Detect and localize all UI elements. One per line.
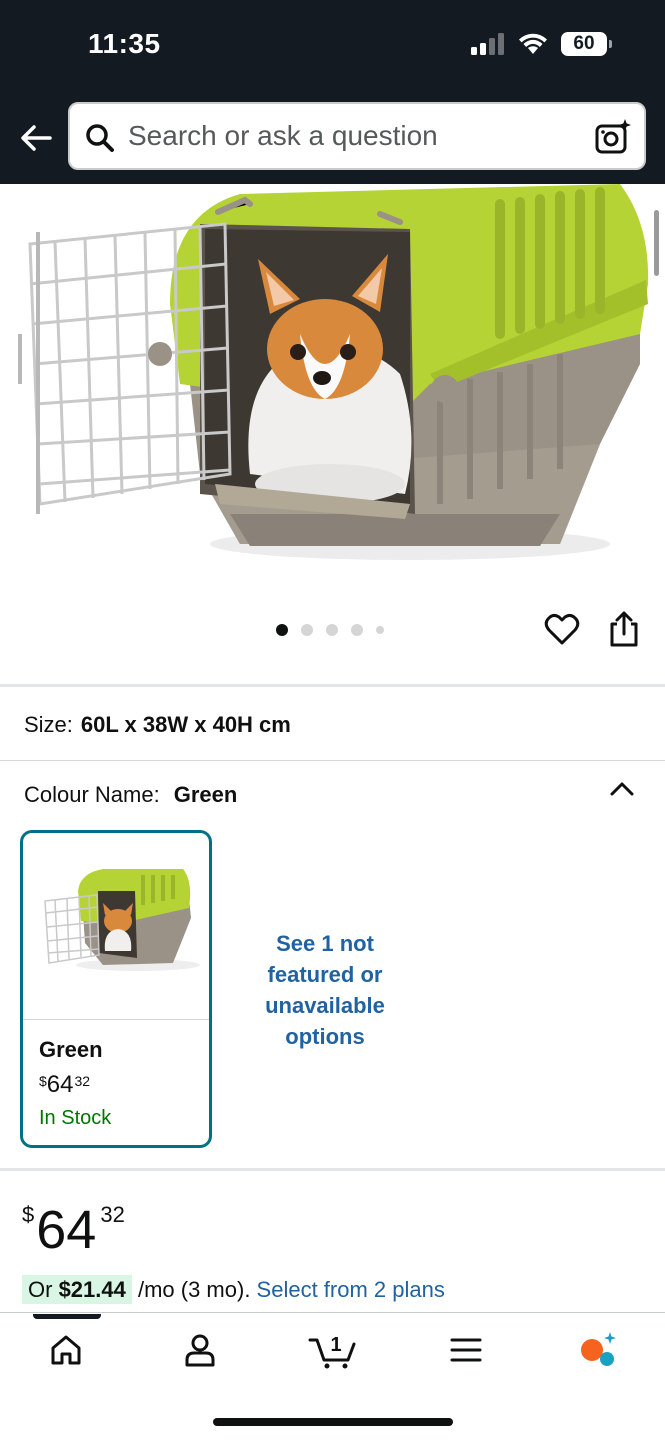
swatch-price: $6432 bbox=[39, 1071, 90, 1099]
swatch-price-cents: 32 bbox=[74, 1073, 91, 1089]
swatch-name: Green bbox=[39, 1037, 103, 1062]
section-divider bbox=[0, 1168, 665, 1171]
installment-offer: Or $21.44 /mo (3 mo). Select from 2 plan… bbox=[22, 1275, 445, 1304]
swatch-stock-status: In Stock bbox=[39, 1107, 112, 1129]
status-time: 11:35 bbox=[88, 28, 161, 59]
pagination-dot[interactable] bbox=[376, 626, 384, 634]
back-arrow-icon[interactable] bbox=[16, 118, 56, 158]
swatch-thumbnail bbox=[44, 869, 200, 971]
active-tab-indicator bbox=[33, 1314, 101, 1319]
section-divider bbox=[0, 684, 665, 687]
size-selector[interactable]: Size: 60L x 38W x 40H cm bbox=[24, 712, 291, 738]
colour-swatch-green[interactable]: Green $6432 In Stock bbox=[20, 830, 212, 1148]
top-header: 11:35 60 bbox=[0, 0, 665, 184]
section-divider bbox=[0, 760, 665, 761]
share-icon[interactable] bbox=[606, 610, 642, 648]
installment-amount: $21.44 bbox=[58, 1277, 126, 1302]
installment-highlight: Or $21.44 bbox=[22, 1275, 132, 1304]
pagination-dot[interactable] bbox=[276, 624, 288, 636]
rufus-icon[interactable] bbox=[578, 1330, 618, 1370]
wifi-icon bbox=[519, 33, 547, 54]
select-plans-link[interactable]: Select from 2 plans bbox=[257, 1277, 445, 1302]
price: $64 32 bbox=[22, 1200, 125, 1260]
see-more-options-link[interactable]: See 1 not featured or unavailable option… bbox=[240, 928, 410, 1052]
pagination-dot[interactable] bbox=[326, 624, 338, 636]
size-label: Size: bbox=[24, 712, 73, 737]
colour-value: Green bbox=[173, 782, 238, 807]
signal-icon bbox=[471, 33, 504, 55]
menu-icon[interactable] bbox=[446, 1330, 486, 1370]
image-pagination[interactable] bbox=[276, 624, 384, 636]
pagination-dot[interactable] bbox=[301, 624, 313, 636]
cart-count: 1 bbox=[330, 1334, 341, 1356]
heart-icon[interactable] bbox=[544, 612, 580, 648]
search-bar[interactable] bbox=[68, 102, 646, 170]
camera-search-icon[interactable] bbox=[594, 118, 632, 156]
search-input[interactable] bbox=[128, 104, 578, 168]
price-cents: 32 bbox=[100, 1202, 125, 1227]
search-icon bbox=[86, 124, 114, 152]
size-value: 60L x 38W x 40H cm bbox=[80, 712, 291, 737]
cart-icon[interactable]: 1 bbox=[308, 1330, 358, 1370]
installment-suffix: /mo (3 mo). bbox=[131, 1277, 257, 1302]
account-icon[interactable] bbox=[180, 1330, 220, 1370]
battery-icon: 60 bbox=[561, 32, 612, 56]
installment-prefix: Or bbox=[28, 1277, 59, 1302]
colour-selector-header[interactable]: Colour Name: Green bbox=[24, 782, 237, 808]
colour-label: Colour Name: bbox=[24, 782, 160, 807]
chevron-up-icon[interactable] bbox=[608, 778, 636, 800]
pagination-dot[interactable] bbox=[351, 624, 363, 636]
price-currency: $ bbox=[22, 1202, 35, 1227]
home-icon[interactable] bbox=[46, 1330, 86, 1370]
product-image[interactable] bbox=[0, 184, 665, 584]
scroll-indicator bbox=[654, 210, 659, 276]
price-whole: 64 bbox=[36, 1200, 97, 1260]
swatch-price-currency: $ bbox=[39, 1073, 47, 1089]
swatch-divider bbox=[23, 1019, 209, 1020]
home-indicator bbox=[213, 1418, 453, 1426]
status-icons: 60 bbox=[471, 32, 612, 56]
swatch-price-whole: 64 bbox=[46, 1071, 74, 1098]
